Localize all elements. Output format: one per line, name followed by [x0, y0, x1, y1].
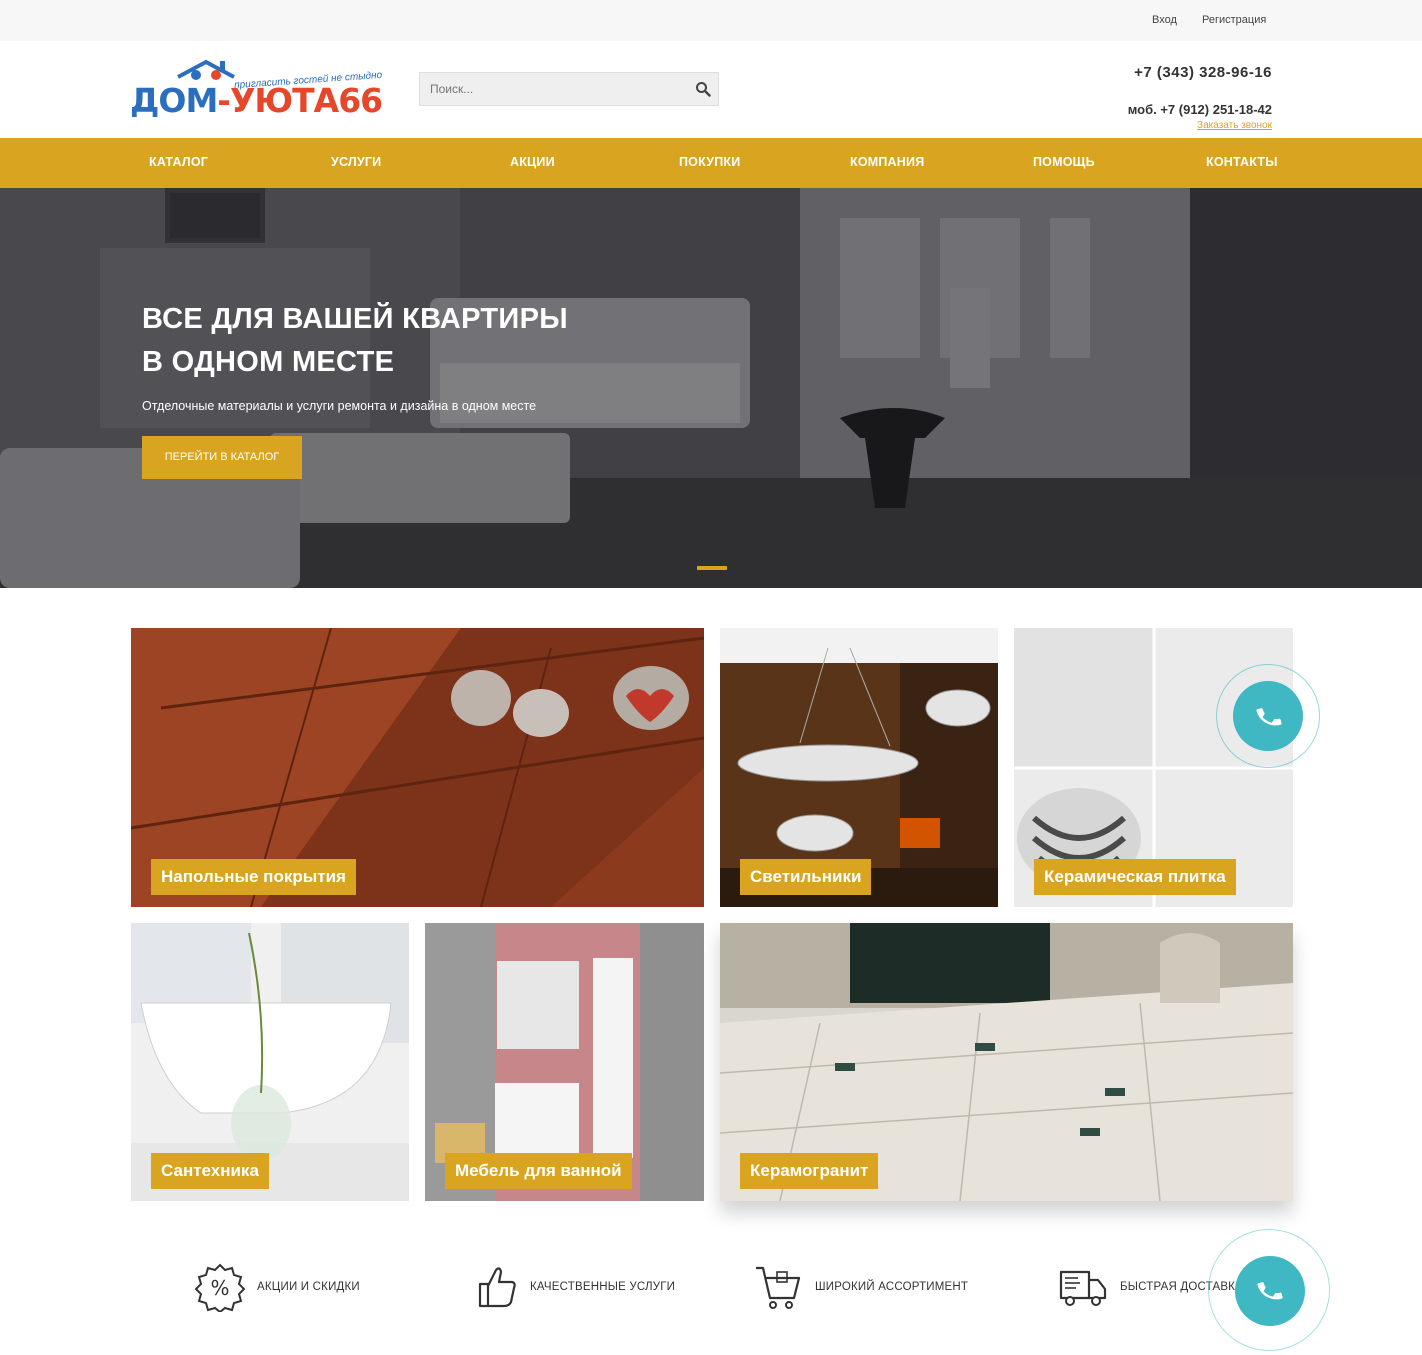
shopping-cart-icon	[756, 1266, 801, 1309]
callback-link[interactable]: Заказать звонок	[1197, 120, 1272, 131]
nav-item-services[interactable]: УСЛУГИ	[331, 155, 381, 169]
nav-item-contacts[interactable]: КОНТАКТЫ	[1206, 155, 1278, 169]
category-tile-porcelain-stoneware[interactable]: Керамогранит	[720, 923, 1293, 1201]
search-box	[419, 72, 719, 106]
nav-item-purchases[interactable]: ПОКУПКИ	[679, 155, 740, 169]
category-label: Керамогранит	[740, 1153, 879, 1189]
search-input[interactable]	[420, 73, 690, 105]
hero-slider: ВСЕ ДЛЯ ВАШЕЙ КВАРТИРЫ В ОДНОМ МЕСТЕ Отде…	[0, 188, 1422, 588]
delivery-truck-icon	[1059, 1270, 1107, 1306]
feature-label: ШИРОКИЙ АССОРТИМЕНТ	[815, 1281, 969, 1293]
nav-item-promotions[interactable]: АКЦИИ	[510, 155, 555, 169]
category-label: Мебель для ванной	[445, 1153, 632, 1189]
site-header: пригласить гостей не стыдно ДОМ-УЮТА66 +…	[0, 41, 1422, 138]
call-widget-bottom[interactable]	[1208, 1229, 1330, 1351]
top-bar: Вход Регистрация	[0, 0, 1422, 41]
login-link[interactable]: Вход	[1152, 14, 1177, 26]
hero-living-room-image	[0, 188, 1422, 588]
hero-subtitle: Отделочные материалы и услуги ремонта и …	[142, 399, 537, 413]
percent-badge-icon: %	[195, 1263, 245, 1312]
category-label: Светильники	[740, 859, 872, 895]
category-label: Керамическая плитка	[1034, 859, 1236, 895]
category-tile-lighting[interactable]: Светильники	[720, 628, 998, 907]
thumbs-up-icon	[478, 1267, 516, 1308]
call-widget-top[interactable]	[1216, 664, 1320, 768]
nav-item-catalog[interactable]: КАТАЛОГ	[149, 155, 208, 169]
feature-label: КАЧЕСТВЕННЫЕ УСЛУГИ	[530, 1281, 676, 1293]
svg-text:%: %	[210, 1276, 229, 1300]
phone-icon	[1256, 708, 1282, 726]
category-tile-bathroom-furniture[interactable]: Мебель для ванной	[425, 923, 704, 1201]
category-tile-flooring[interactable]: Напольные покрытия	[131, 628, 704, 907]
go-to-catalog-button[interactable]: ПЕРЕЙТИ В КАТАЛОГ	[142, 436, 302, 479]
nav-item-help[interactable]: ПОМОЩЬ	[1033, 155, 1095, 169]
nav-item-company[interactable]: КОМПАНИЯ	[850, 155, 924, 169]
category-label: Напольные покрытия	[151, 859, 356, 895]
category-label: Сантехника	[151, 1153, 269, 1189]
phone-icon	[1257, 1282, 1283, 1300]
search-icon[interactable]	[695, 81, 711, 97]
hero-title: ВСЕ ДЛЯ ВАШЕЙ КВАРТИРЫ В ОДНОМ МЕСТЕ	[142, 303, 568, 378]
register-link[interactable]: Регистрация	[1202, 14, 1266, 26]
main-nav: КАТАЛОГ УСЛУГИ АКЦИИ ПОКУПКИ КОМПАНИЯ ПО…	[0, 138, 1422, 188]
slider-indicator[interactable]	[697, 566, 727, 570]
feature-label: АКЦИИ И СКИДКИ	[257, 1281, 360, 1293]
mobile-phone: моб. +7 (912) 251-18-42	[1127, 102, 1272, 117]
category-tile-plumbing[interactable]: Сантехника	[131, 923, 409, 1201]
main-phone: +7 (343) 328-96-16	[1134, 64, 1272, 81]
logo-wordmark: ДОМ-УЮТА66	[130, 81, 383, 120]
site-logo[interactable]: пригласить гостей не стыдно ДОМ-УЮТА66	[130, 55, 402, 125]
